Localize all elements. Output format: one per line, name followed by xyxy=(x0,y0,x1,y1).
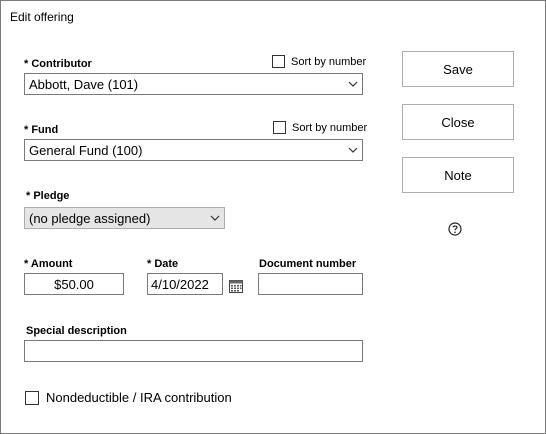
amount-input[interactable]: $50.00 xyxy=(24,273,124,295)
pledge-value: (no pledge assigned) xyxy=(29,210,151,226)
chevron-down-icon[interactable] xyxy=(344,140,362,160)
note-button[interactable]: Note xyxy=(402,157,514,193)
edit-offering-dialog: Edit offering * Contributor Sort by numb… xyxy=(0,0,546,434)
save-button[interactable]: Save xyxy=(402,51,514,87)
contributor-sort-checkbox[interactable]: Sort by number xyxy=(272,55,366,68)
document-number-input[interactable] xyxy=(258,273,363,295)
fund-sort-checkbox[interactable]: Sort by number xyxy=(273,121,367,134)
help-icon[interactable] xyxy=(448,222,462,236)
calendar-icon[interactable] xyxy=(228,278,244,294)
dialog-title: Edit offering xyxy=(10,10,74,24)
nondeductible-checkbox[interactable]: Nondeductible / IRA contribution xyxy=(25,390,232,405)
pledge-select[interactable]: (no pledge assigned) xyxy=(24,207,225,229)
date-value: 4/10/2022 xyxy=(151,276,209,292)
pledge-label: * Pledge xyxy=(26,190,70,202)
fund-select[interactable]: General Fund (100) xyxy=(24,139,363,161)
nondeductible-label: Nondeductible / IRA contribution xyxy=(46,390,232,405)
contributor-select[interactable]: Abbott, Dave (101) xyxy=(24,73,363,95)
date-input[interactable]: 4/10/2022 xyxy=(147,273,223,295)
date-label: * Date xyxy=(147,258,179,270)
document-number-label: Document number xyxy=(259,258,357,270)
contributor-sort-label: Sort by number xyxy=(291,55,367,68)
fund-sort-label: Sort by number xyxy=(292,121,368,134)
close-button[interactable]: Close xyxy=(402,104,514,140)
fund-value: General Fund (100) xyxy=(29,142,143,158)
amount-value: $50.00 xyxy=(54,276,94,292)
amount-label: * Amount xyxy=(24,258,73,270)
special-description-label: Special description xyxy=(26,325,127,337)
checkbox-box[interactable] xyxy=(272,55,285,68)
contributor-value: Abbott, Dave (101) xyxy=(29,76,139,92)
checkbox-box[interactable] xyxy=(273,121,286,134)
special-description-input[interactable] xyxy=(24,340,363,362)
fund-label: * Fund xyxy=(24,124,59,136)
contributor-label: * Contributor xyxy=(24,58,92,70)
chevron-down-icon[interactable] xyxy=(206,208,224,228)
chevron-down-icon[interactable] xyxy=(344,74,362,94)
checkbox-box[interactable] xyxy=(25,390,39,405)
